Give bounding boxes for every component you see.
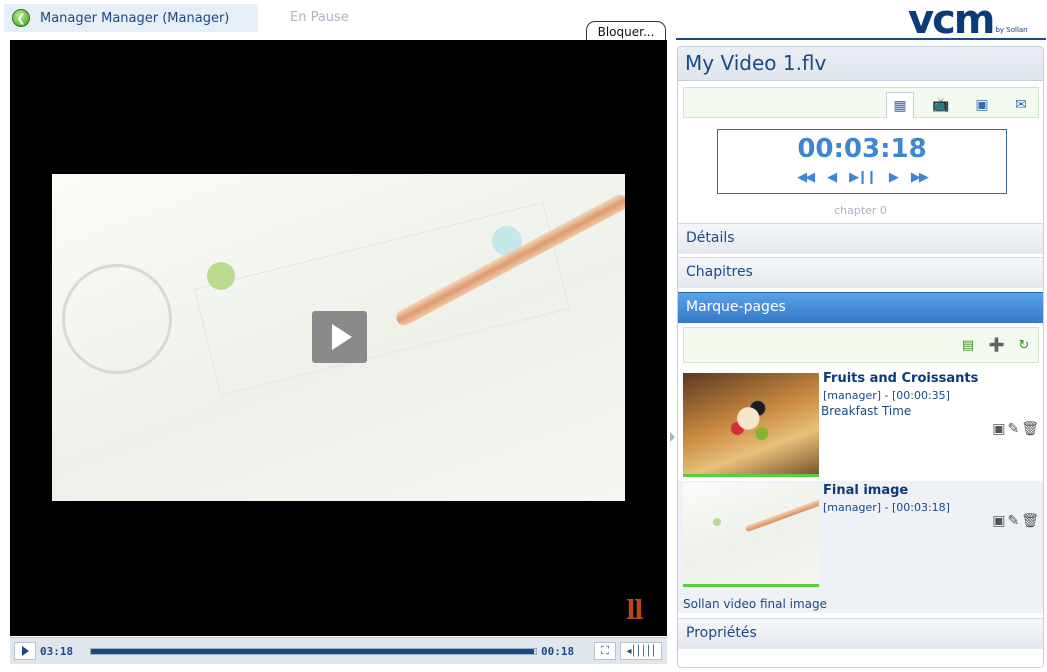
remote-icon: ▦ — [893, 97, 907, 114]
brand-logo: vcm by Sollan — [908, 0, 1028, 40]
section-bookmarks[interactable]: Marque-pages — [678, 292, 1043, 323]
seek-progress — [91, 649, 534, 654]
bookmark-actions: ▣ ✎ 🗑 — [992, 513, 1039, 529]
bookmark-actions: ▣ ✎ 🗑 — [992, 421, 1039, 437]
bookmark-description: Sollan video final image — [683, 597, 828, 611]
fullscreen-button[interactable]: ⛶ — [594, 642, 616, 660]
bookmark-title: Final image — [823, 483, 909, 498]
step-back-icon[interactable]: ◀ — [827, 170, 837, 185]
camera-icon: ▣ — [975, 97, 989, 113]
remaining-time: 00:18 — [541, 645, 575, 658]
section-chapters[interactable]: Chapitres — [678, 257, 1043, 288]
play-button[interactable] — [14, 642, 36, 660]
video-title: My Video 1.flv — [678, 47, 1043, 81]
bookmark-meta: [manager] - [00:03:18] — [823, 501, 950, 514]
tv-icon: 📺 — [932, 97, 950, 113]
camera-icon[interactable]: ▣ — [992, 421, 1005, 437]
bookmark-item[interactable]: Fruits and Croissants [manager] - [00:00… — [678, 371, 1043, 479]
trash-icon[interactable]: 🗑 — [1021, 513, 1039, 529]
side-panel: My Video 1.flv ▦ 📺 ▣ ✉ 00:03:18 ◀◀ ◀ ▶❙❙… — [677, 46, 1044, 668]
brand-by: by Sollan — [995, 26, 1028, 34]
refresh-button[interactable]: ↻ — [1014, 336, 1034, 354]
thumb-dot-graphic — [713, 518, 721, 526]
view-tabs: ▦ 📺 ▣ ✉ — [683, 87, 1039, 118]
play-pause-icon[interactable]: ▶❙❙ — [849, 170, 877, 185]
add-page-icon: ➕ — [988, 337, 1006, 353]
thumb-pen-graphic — [744, 495, 819, 533]
sollan-logo-mark: ll — [626, 596, 644, 626]
mail-icon: ✉ — [1015, 97, 1027, 113]
bookmark-list-button[interactable]: ▤ — [958, 336, 978, 354]
current-time: 03:18 — [40, 645, 74, 658]
bookmark-toolbar: ▤ ➕ ↻ — [683, 327, 1039, 363]
volume-control[interactable]: ◂│││││ — [620, 642, 662, 660]
tab-tv[interactable]: 📺 — [927, 92, 955, 118]
section-properties[interactable]: Propriétés — [678, 618, 1043, 649]
refresh-icon: ↻ — [1018, 337, 1030, 353]
back-arrow-icon[interactable]: ❮ — [12, 9, 30, 27]
play-overlay-button[interactable] — [312, 311, 367, 363]
brand-name: vcm — [908, 0, 995, 43]
section-details[interactable]: Détails — [678, 223, 1043, 254]
play-icon — [21, 646, 29, 656]
transport-controls: ◀◀ ◀ ▶❙❙ ▶ ▶▶ — [718, 170, 1006, 185]
list-icon: ▤ — [961, 337, 975, 353]
bookmark-meta: [manager] - [00:00:35] — [823, 389, 950, 402]
timecode-box: 00:03:18 ◀◀ ◀ ▶❙❙ ▶ ▶▶ — [717, 129, 1007, 194]
top-bar: ❮ Manager Manager (Manager) En Pause Blo… — [0, 0, 670, 41]
playback-status: En Pause — [290, 10, 349, 25]
chapter-label: chapter 0 — [834, 204, 887, 217]
trash-icon[interactable]: 🗑 — [1021, 421, 1039, 437]
player-controls: 03:18 00:18 ⛶ ◂│││││ — [10, 637, 667, 664]
green-badge-graphic — [207, 262, 235, 290]
user-chip[interactable]: ❮ Manager Manager (Manager) — [4, 4, 258, 32]
play-icon — [332, 324, 352, 350]
tab-remote[interactable]: ▦ — [886, 92, 914, 118]
forward-fast-icon[interactable]: ▶▶ — [911, 170, 929, 185]
edit-icon[interactable]: ✎ — [1007, 421, 1019, 437]
add-bookmark-button[interactable]: ➕ — [987, 336, 1007, 354]
step-forward-icon[interactable]: ▶ — [889, 170, 899, 185]
brand-rule — [676, 38, 1046, 40]
tab-mail[interactable]: ✉ — [1007, 92, 1035, 118]
fullscreen-icon: ⛶ — [601, 644, 609, 657]
seek-bar[interactable] — [90, 648, 537, 655]
rewind-fast-icon[interactable]: ◀◀ — [797, 170, 815, 185]
bookmark-thumbnail[interactable] — [683, 373, 819, 477]
bookmark-title: Fruits and Croissants — [823, 371, 979, 386]
timecode: 00:03:18 — [797, 134, 927, 164]
lock-button[interactable]: Bloquer... — [586, 21, 666, 41]
bookmark-description: Breakfast Time — [821, 404, 912, 418]
video-player[interactable]: ll — [10, 40, 667, 636]
cd-graphic — [52, 251, 185, 387]
camera-icon[interactable]: ▣ — [992, 513, 1005, 529]
bookmark-thumbnail[interactable] — [683, 483, 819, 587]
bookmark-item[interactable]: Final image [manager] - [00:03:18] ▣ ✎ 🗑… — [678, 481, 1043, 613]
collapse-panel-arrow-icon[interactable] — [670, 432, 675, 442]
edit-icon[interactable]: ✎ — [1007, 513, 1019, 529]
video-frame — [52, 174, 625, 501]
tab-camera[interactable]: ▣ — [968, 92, 996, 118]
volume-icon: ◂│││││ — [626, 645, 656, 657]
user-label: Manager Manager (Manager) — [40, 10, 230, 26]
